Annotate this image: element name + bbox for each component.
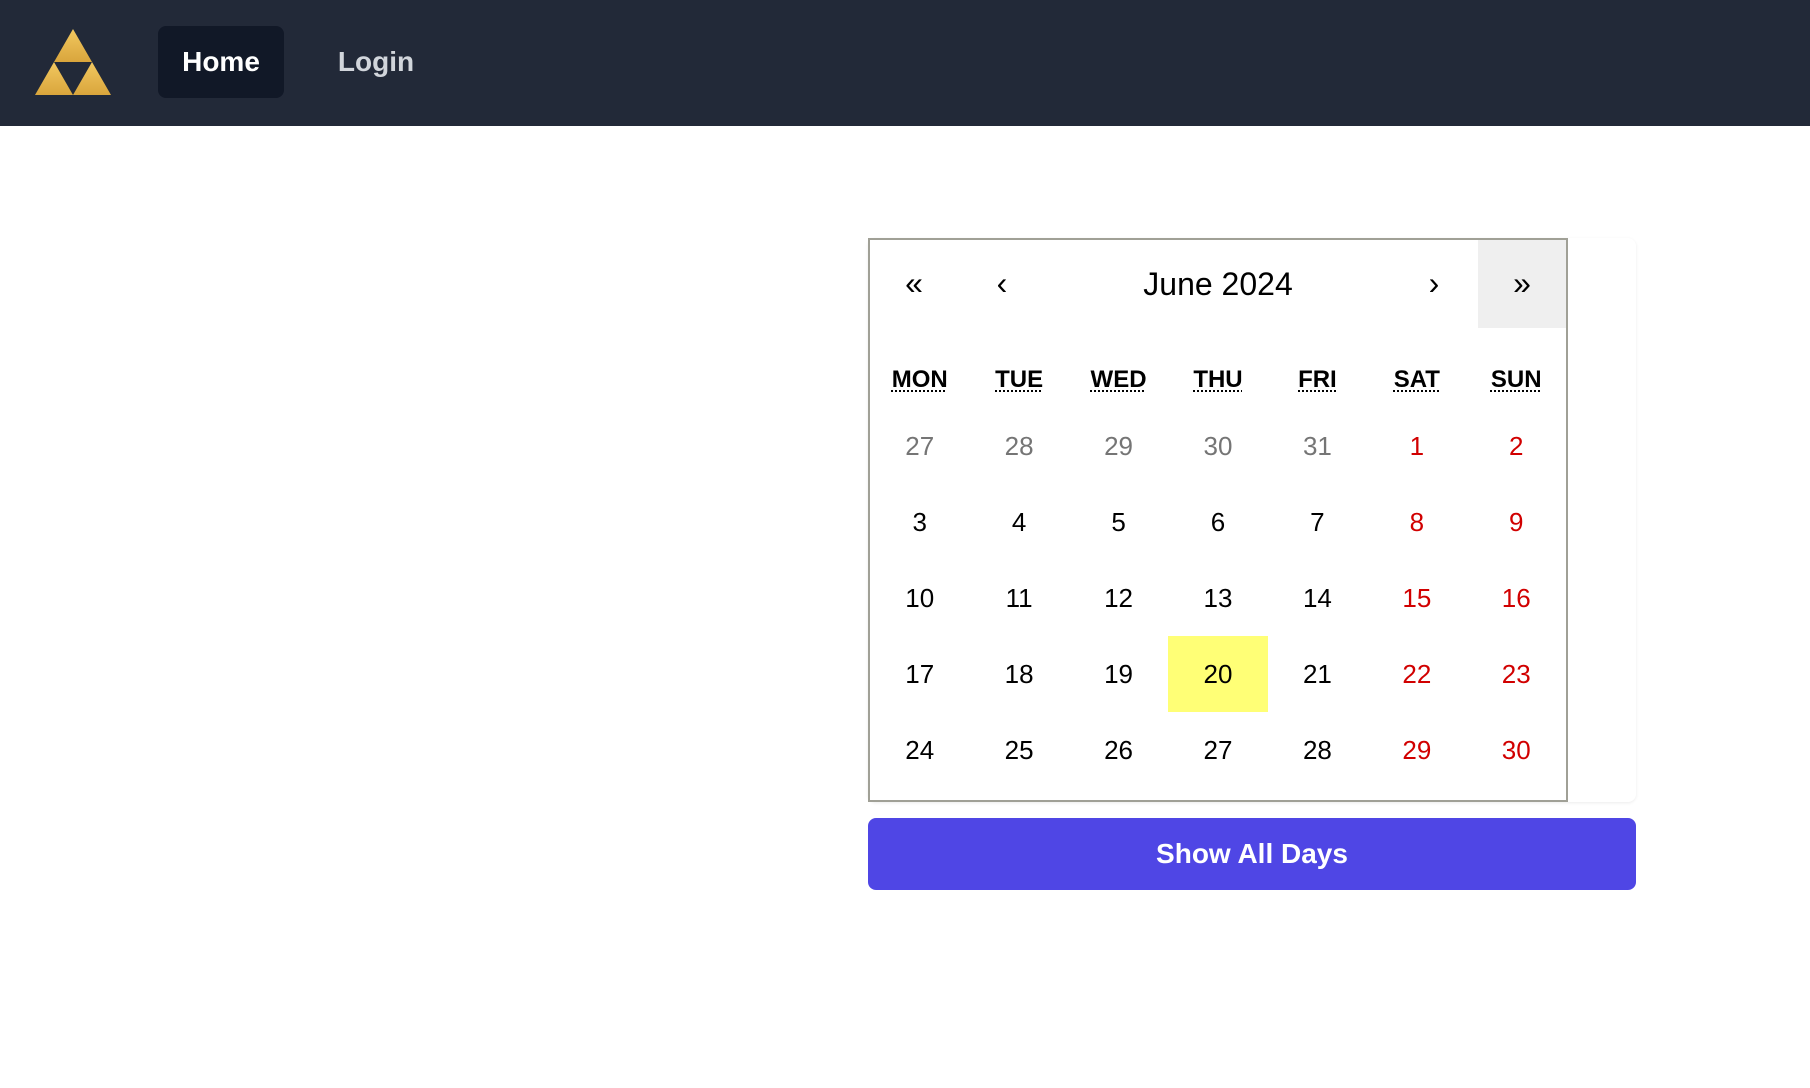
- month-year-label[interactable]: June 2024: [1046, 240, 1390, 328]
- weekday-thu: THU: [1193, 366, 1243, 393]
- next-year-button[interactable]: »: [1478, 240, 1566, 328]
- day-tile[interactable]: 21: [1268, 636, 1367, 712]
- day-tile[interactable]: 24: [870, 712, 969, 788]
- day-tile[interactable]: 27: [870, 408, 969, 484]
- weekday-header: MON TUE WED THU FRI SAT SUN: [870, 352, 1566, 408]
- day-tile[interactable]: 23: [1467, 636, 1566, 712]
- next-month-button[interactable]: ›: [1390, 240, 1478, 328]
- nav-home-link[interactable]: Home: [158, 26, 284, 98]
- day-tile[interactable]: 30: [1168, 408, 1267, 484]
- day-tile[interactable]: 17: [870, 636, 969, 712]
- day-tile[interactable]: 11: [969, 560, 1068, 636]
- top-navbar: Home Login: [0, 0, 1810, 126]
- day-tile[interactable]: 3: [870, 484, 969, 560]
- day-tile[interactable]: 2: [1467, 408, 1566, 484]
- day-tile[interactable]: 12: [1069, 560, 1168, 636]
- day-tile[interactable]: 26: [1069, 712, 1168, 788]
- day-tile[interactable]: 10: [870, 560, 969, 636]
- day-tile[interactable]: 28: [1268, 712, 1367, 788]
- day-tile[interactable]: 15: [1367, 560, 1466, 636]
- prev-year-button[interactable]: «: [870, 240, 958, 328]
- day-tile[interactable]: 9: [1467, 484, 1566, 560]
- weekday-tue: TUE: [995, 366, 1044, 393]
- weekday-sat: SAT: [1393, 366, 1440, 393]
- day-tile[interactable]: 4: [969, 484, 1068, 560]
- weekday-sun: SUN: [1490, 366, 1542, 393]
- show-all-days-button[interactable]: Show All Days: [868, 818, 1636, 890]
- calendar-navigation: « ‹ June 2024 › »: [870, 240, 1566, 328]
- weekday-fri: FRI: [1298, 366, 1337, 393]
- day-tile[interactable]: 29: [1069, 408, 1168, 484]
- day-tile[interactable]: 25: [969, 712, 1068, 788]
- day-tile[interactable]: 18: [969, 636, 1068, 712]
- calendar: « ‹ June 2024 › » MON TUE WED THU FRI SA…: [868, 238, 1568, 802]
- triforce-icon[interactable]: [35, 29, 111, 95]
- nav-login-link[interactable]: Login: [323, 26, 429, 98]
- day-tile[interactable]: 7: [1268, 484, 1367, 560]
- day-tile-today[interactable]: 20: [1168, 636, 1268, 712]
- day-tile[interactable]: 31: [1268, 408, 1367, 484]
- day-tile[interactable]: 27: [1168, 712, 1267, 788]
- day-tile[interactable]: 22: [1367, 636, 1466, 712]
- day-tile[interactable]: 19: [1069, 636, 1168, 712]
- day-tile[interactable]: 13: [1168, 560, 1267, 636]
- day-tile[interactable]: 14: [1268, 560, 1367, 636]
- day-tile[interactable]: 16: [1467, 560, 1566, 636]
- day-tile[interactable]: 28: [969, 408, 1068, 484]
- day-tile[interactable]: 1: [1367, 408, 1466, 484]
- day-tile[interactable]: 5: [1069, 484, 1168, 560]
- day-tile[interactable]: 8: [1367, 484, 1466, 560]
- days-grid: 27 28 29 30 31 1 2 3 4 5 6 7 8 9 10 11 12 13 14 15 16 17 18 19 2…: [870, 408, 1566, 788]
- prev-month-button[interactable]: ‹: [958, 240, 1046, 328]
- day-tile[interactable]: 6: [1168, 484, 1267, 560]
- day-tile[interactable]: 30: [1467, 712, 1566, 788]
- weekday-mon: MON: [891, 366, 948, 393]
- day-tile[interactable]: 29: [1367, 712, 1466, 788]
- weekday-wed: WED: [1090, 366, 1147, 393]
